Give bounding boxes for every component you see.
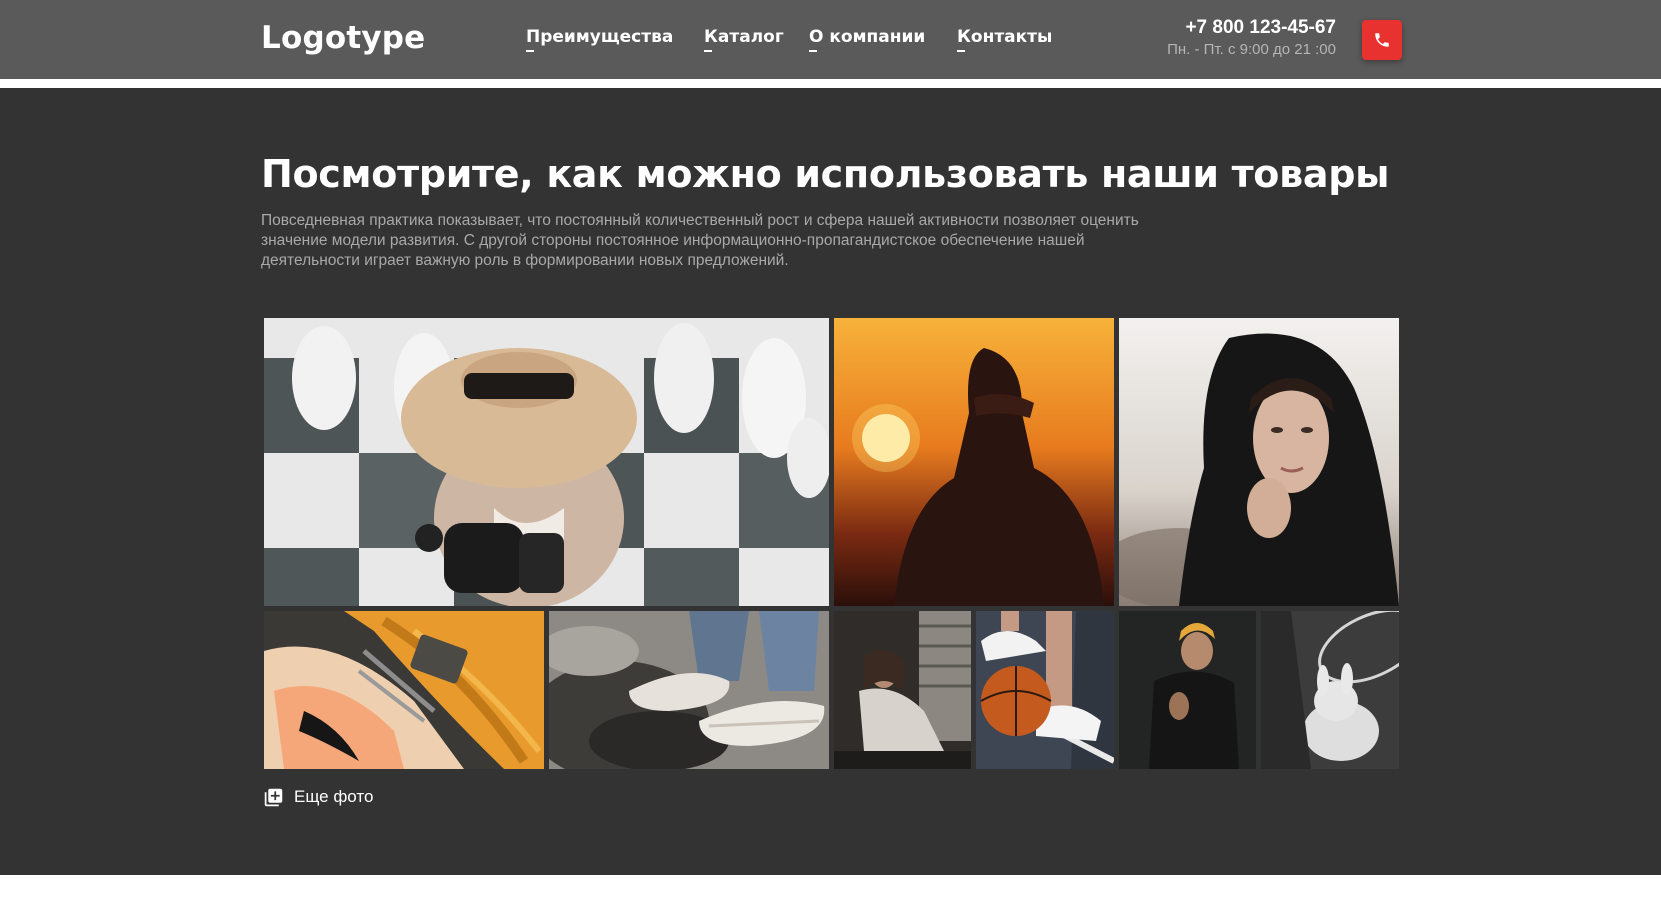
gallery-photo-chess-hat[interactable]	[264, 318, 829, 606]
section-description: Повседневная практика показывает, что по…	[261, 211, 1221, 271]
nav-link-label: Каталог	[704, 27, 784, 47]
footer-strip	[0, 875, 1661, 902]
site-header: Logotype Преимущества Каталог О компании…	[0, 0, 1661, 79]
nav-link-label: Контакты	[957, 27, 1053, 47]
nav-underline	[526, 50, 534, 52]
gallery-photo-plush-toy[interactable]	[1261, 611, 1399, 769]
nav-underline	[957, 50, 965, 52]
gallery-photo-window-woman[interactable]	[834, 611, 971, 769]
nav-underline	[809, 50, 817, 52]
logo[interactable]: Logotype	[261, 20, 425, 56]
more-photos-label: Еще фото	[294, 787, 374, 806]
nav-link-label: О компании	[809, 27, 926, 47]
more-photos-button[interactable]: Еще фото	[263, 786, 373, 808]
call-button[interactable]	[1362, 20, 1402, 60]
nav-link-about[interactable]: О компании	[809, 27, 926, 52]
header-divider	[0, 79, 1661, 88]
phone-number[interactable]: +7 800 123-45-67	[1185, 17, 1336, 39]
phone-icon	[1375, 33, 1389, 47]
nav-link-advantages[interactable]: Преимущества	[526, 27, 674, 52]
description-line: деятельности играет важную роль в формир…	[261, 252, 789, 269]
gallery-photo-sneakers-closeup[interactable]	[264, 611, 544, 769]
add-photo-icon	[264, 788, 283, 806]
description-line: Повседневная практика показывает, что по…	[261, 212, 1139, 229]
nav-link-label: Преимущества	[526, 27, 674, 47]
work-hours: Пн. - Пт. с 9:00 до 21 :00	[1167, 41, 1336, 58]
nav-underline	[704, 50, 712, 52]
gallery-section: Посмотрите, как можно использовать наши …	[0, 88, 1661, 875]
gallery-photo-dyed-hair-man[interactable]	[1119, 611, 1256, 769]
gallery-photo-sunset[interactable]	[834, 318, 1114, 606]
nav-link-contacts[interactable]: Контакты	[957, 27, 1053, 52]
page-title: Посмотрите, как можно использовать наши …	[261, 152, 1390, 196]
gallery-photo-black-hood[interactable]	[1119, 318, 1399, 606]
description-line: значение модели развития. С другой сторо…	[261, 232, 1085, 249]
nav-link-catalog[interactable]: Каталог	[704, 27, 784, 52]
gallery-photo-puddle-sneakers[interactable]	[549, 611, 829, 769]
gallery-photo-basketball[interactable]	[976, 611, 1114, 769]
